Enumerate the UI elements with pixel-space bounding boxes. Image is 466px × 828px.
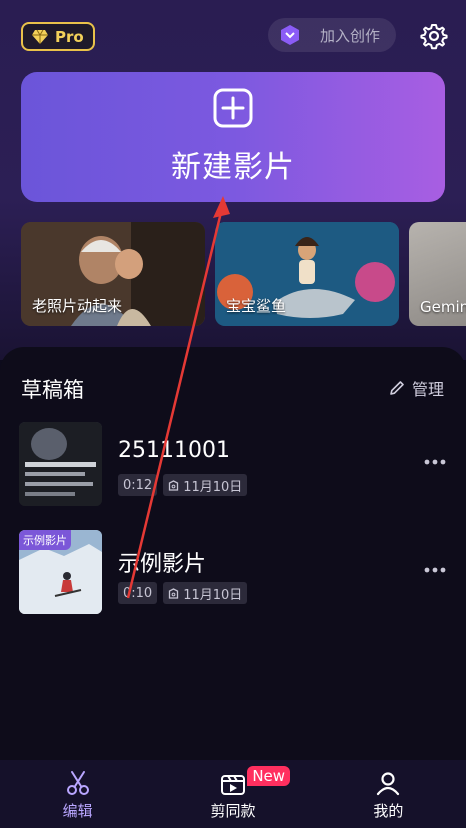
pencil-icon xyxy=(390,381,404,395)
nav-label: 剪同款 xyxy=(210,802,256,820)
calendar-save-icon xyxy=(169,479,179,491)
draft-thumbnail-image xyxy=(19,422,102,506)
nav-label: 编辑 xyxy=(62,802,93,820)
template-card-gemini[interactable]: Gemini xyxy=(409,222,466,326)
draft-title: 25111001 xyxy=(118,438,230,463)
new-badge: New xyxy=(247,766,291,786)
draft-thumbnail: 示例影片 xyxy=(19,530,102,614)
draft-title: 示例影片 xyxy=(118,552,207,577)
date-chip: 11月10日 xyxy=(163,582,248,604)
nav-edit[interactable]: 编辑 xyxy=(0,760,155,828)
template-carousel[interactable]: 老照片动起来 宝宝鲨鱼 Gemini xyxy=(21,222,466,326)
draft-thumbnail xyxy=(19,422,102,506)
draft-meta: 0:10 11月10日 xyxy=(118,582,248,604)
hexagon-chevron-icon xyxy=(281,25,299,45)
sample-tag: 示例影片 xyxy=(19,530,71,550)
more-options-icon[interactable] xyxy=(424,458,446,466)
new-project-button[interactable]: 新建影片 xyxy=(21,72,445,202)
duration-chip: 0:12 xyxy=(118,474,158,496)
more-options-icon[interactable] xyxy=(424,566,446,574)
template-card-baby-shark[interactable]: 宝宝鲨鱼 xyxy=(215,222,399,326)
bottom-nav: 编辑 剪同款 New 我的 xyxy=(0,760,466,828)
plus-square-icon xyxy=(213,88,253,128)
gear-icon[interactable] xyxy=(420,22,448,50)
new-project-label: 新建影片 xyxy=(171,150,295,185)
date-chip: 11月10日 xyxy=(163,474,248,496)
duration-text: 0:12 xyxy=(123,477,153,493)
draft-meta: 0:12 11月10日 xyxy=(118,474,248,496)
duration-chip: 0:10 xyxy=(118,582,158,604)
pro-label: Pro xyxy=(55,27,84,46)
draft-item[interactable]: 25111001 0:12 11月10日 xyxy=(0,422,466,506)
scissors-icon xyxy=(66,771,89,795)
template-card-old-photo[interactable]: 老照片动起来 xyxy=(21,222,205,326)
manage-button[interactable]: 管理 xyxy=(388,376,444,400)
template-label: 宝宝鲨鱼 xyxy=(226,297,287,315)
manage-label: 管理 xyxy=(412,380,445,399)
nav-profile[interactable]: 我的 xyxy=(311,760,466,828)
join-creation-button[interactable]: 加入创作 xyxy=(268,18,396,52)
date-text: 11月10日 xyxy=(183,479,243,495)
duration-text: 0:10 xyxy=(123,585,153,601)
clapper-icon xyxy=(220,775,245,795)
date-text: 11月10日 xyxy=(183,587,243,603)
nav-label: 我的 xyxy=(373,802,404,820)
calendar-save-icon xyxy=(169,587,179,599)
nav-template[interactable]: 剪同款 New xyxy=(155,760,310,828)
template-label: Gemini xyxy=(420,298,466,316)
drafts-title: 草稿箱 xyxy=(21,378,84,402)
diamond-icon xyxy=(32,29,48,44)
draft-item[interactable]: 示例影片 示例影片 0:10 11月10日 xyxy=(0,530,466,614)
join-creation-label: 加入创作 xyxy=(320,26,381,45)
template-label: 老照片动起来 xyxy=(32,297,123,315)
pro-badge[interactable]: Pro xyxy=(21,22,95,51)
person-icon xyxy=(377,772,400,796)
